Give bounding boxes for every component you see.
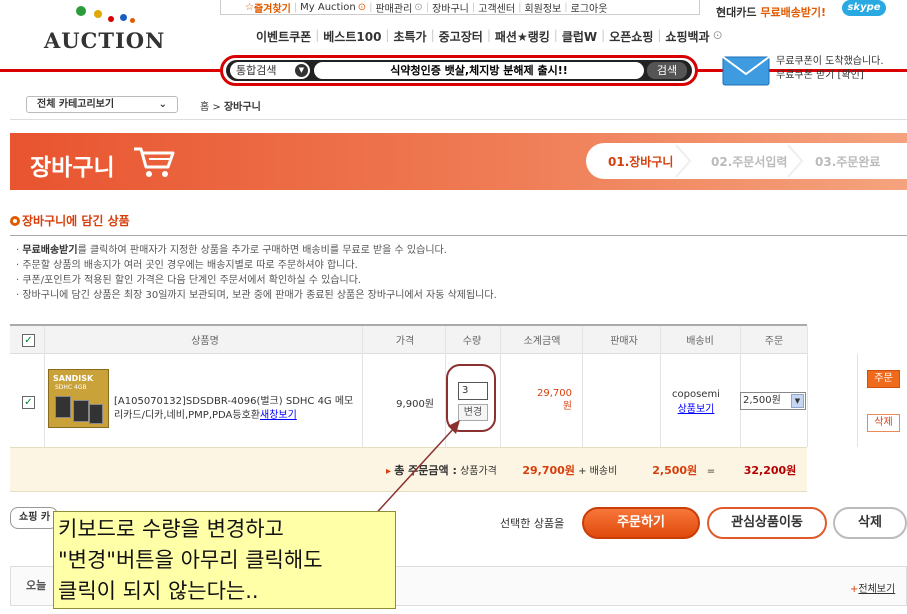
move-to-wishlist-button[interactable]: 관심상품이동 (707, 507, 827, 539)
order-selected-button[interactable]: 주문하기 (582, 507, 700, 539)
open-new-window-link[interactable]: 새창보기 (260, 410, 297, 421)
chevron-down-icon: ▼ (791, 394, 804, 408)
annotation-callout: 키보드로 수량을 변경하고 "변경"버튼을 아무리 클릭해도 클릭이 되지 않는… (53, 511, 396, 609)
auction-logo[interactable]: AUCTION (44, 28, 165, 53)
page-title: 장바구니 (30, 155, 115, 181)
chevron-down-icon[interactable]: ⊙ (358, 2, 366, 13)
nav-special[interactable]: 초특가 (393, 28, 426, 45)
shipping-fee-select[interactable]: 2,500원 ▼ (740, 392, 806, 410)
step-arrows (675, 144, 692, 178)
col-header-price: 가격 (395, 336, 415, 347)
step-cart: 01.장바구니 (608, 155, 674, 169)
seller-products-link[interactable]: 상품보기 (678, 404, 715, 415)
today-viewed-label: 오늘 (26, 579, 47, 592)
nav-fashion-ranking[interactable]: 패션★랭킹 (495, 28, 550, 45)
col-header-order: 주문 (764, 336, 784, 347)
nav-open-shopping[interactable]: 오픈쇼핑 (609, 28, 653, 45)
top-link-logout[interactable]: 로그아웃 (571, 0, 608, 15)
col-divider (807, 326, 808, 447)
col-header-product: 상품명 (191, 336, 219, 347)
subtotal-amount: 29,700 원 (537, 388, 572, 412)
col-header-seller: 판매자 (610, 336, 638, 347)
chevron-down-icon[interactable]: ⊙ (713, 28, 723, 45)
col-header-shipping: 배송비 (686, 336, 714, 347)
top-link-member[interactable]: 회원정보 (524, 0, 561, 15)
view-all-link[interactable]: +전체보기 (850, 580, 895, 595)
nav-event-coupon[interactable]: 이벤트쿠폰 (256, 28, 311, 45)
select-all-checkbox[interactable]: ✓ (22, 334, 35, 347)
delete-selected-button[interactable]: 삭제 (833, 507, 907, 539)
bullet-icon (10, 216, 20, 226)
breadcrumb: 홈 > 장바구니 (200, 102, 261, 113)
sd-card-icon (73, 400, 89, 422)
nav-best100[interactable]: 베스트100 (323, 28, 381, 45)
sd-card-icon (89, 404, 103, 424)
logo-dots (76, 6, 156, 26)
divider (10, 235, 907, 236)
category-select[interactable]: 전체 카테고리보기 ⌄ (26, 96, 178, 113)
breadcrumb-home[interactable]: 홈 (200, 102, 209, 113)
top-link-my-auction[interactable]: My Auction (300, 2, 356, 13)
product-price: 9,900원 (396, 399, 434, 410)
nav-club-w[interactable]: 클럽W (562, 28, 597, 45)
nav-used[interactable]: 중고장터 (439, 28, 483, 45)
breadcrumb-current: 장바구니 (223, 102, 261, 113)
step-complete: 03.주문완료 (815, 155, 881, 169)
star-icon: ☆ (245, 1, 254, 13)
top-link-favorites[interactable]: 즐겨찾기 (254, 0, 291, 15)
col-divider (660, 326, 661, 447)
search-category-select[interactable]: 통합검색 ▼ (230, 62, 310, 79)
note-line: · 무료배송받기를 클릭하여 판매자가 지정한 상품을 추가로 구매하면 배송비… (16, 245, 447, 256)
hyundai-card-promo[interactable]: 현대카드 무료배송받기! (716, 4, 826, 20)
section-title: 장바구니에 담긴 상품 (10, 212, 130, 229)
chevron-down-icon: ▼ (295, 64, 308, 77)
step-order-form: 02.주문서입력 (711, 155, 788, 169)
col-divider (857, 354, 858, 447)
top-links-bar: ☆ 즐겨찾기 | My Auction ⊙ | 판매관리 ⊙ | 장바구니 | … (220, 0, 700, 15)
note-line: · 주문할 상품의 배송지가 여러 곳인 경우에는 배송지별로 따로 주문하셔야… (16, 260, 358, 271)
note-line: · 장바구니에 담긴 상품은 최장 30일까지 보관되며, 보관 중에 판매가 … (16, 290, 497, 301)
item-delete-button[interactable]: 삭제 (867, 414, 900, 432)
col-divider (44, 326, 45, 447)
search-input[interactable]: 식약청인증 뱃살,체지방 분해제 출시!! (314, 62, 644, 79)
item-order-button[interactable]: 주문 (867, 370, 900, 388)
cart-notes: · 무료배송받기를 클릭하여 판매자가 지정한 상품을 추가로 구매하면 배송비… (16, 243, 497, 303)
skype-logo[interactable]: skype (842, 0, 886, 16)
selected-items-label: 선택한 상품을 (500, 517, 565, 530)
product-thumbnail[interactable]: SANDISK SDHC 4GB (48, 369, 109, 428)
top-link-help[interactable]: 고객센터 (478, 0, 515, 15)
col-header-subtotal: 소계금액 (523, 336, 561, 347)
top-link-cart[interactable]: 장바구니 (432, 0, 469, 15)
search-button[interactable]: 검색 (647, 62, 687, 79)
note-line: · 쿠폰/포인트가 적용된 할인 가격은 다음 단계인 주문서에서 확인하실 수… (16, 275, 362, 286)
col-header-qty: 수량 (462, 336, 482, 347)
nav-shopping-encyclopedia[interactable]: 쇼핑백과 (665, 28, 709, 45)
col-divider (740, 326, 741, 447)
seller-name: coposemi (672, 389, 720, 400)
divider (10, 119, 907, 120)
chevron-down-icon[interactable]: ⊙ (414, 2, 422, 13)
sd-card-icon (55, 396, 71, 418)
shopping-cart-icon (134, 147, 175, 177)
main-nav: 이벤트쿠폰 | 베스트100 | 초특가 | 중고장터 | 패션★랭킹 | 클럽W | 오픈… (256, 28, 723, 45)
quantity-input[interactable]: 3 (458, 382, 488, 400)
col-divider (582, 326, 583, 447)
annotation-arrow (369, 420, 460, 521)
seller-info: coposemi 상품보기 (672, 389, 720, 415)
coupon-notice[interactable]: 무료쿠폰이 도착했습니다. 무료쿠폰 받기 [확인] (776, 55, 884, 83)
top-link-seller[interactable]: 판매관리 (375, 0, 412, 15)
item-checkbox[interactable]: ✓ (22, 396, 35, 409)
chevron-down-icon: ⌄ (158, 99, 167, 110)
continue-shopping-button[interactable]: 쇼핑 카 (10, 507, 58, 529)
col-divider (500, 326, 501, 447)
product-name: [A105070132]SDSDBR-4096(벌크) SDHC 4G 메모리카… (114, 396, 354, 421)
mail-icon[interactable] (722, 56, 770, 86)
